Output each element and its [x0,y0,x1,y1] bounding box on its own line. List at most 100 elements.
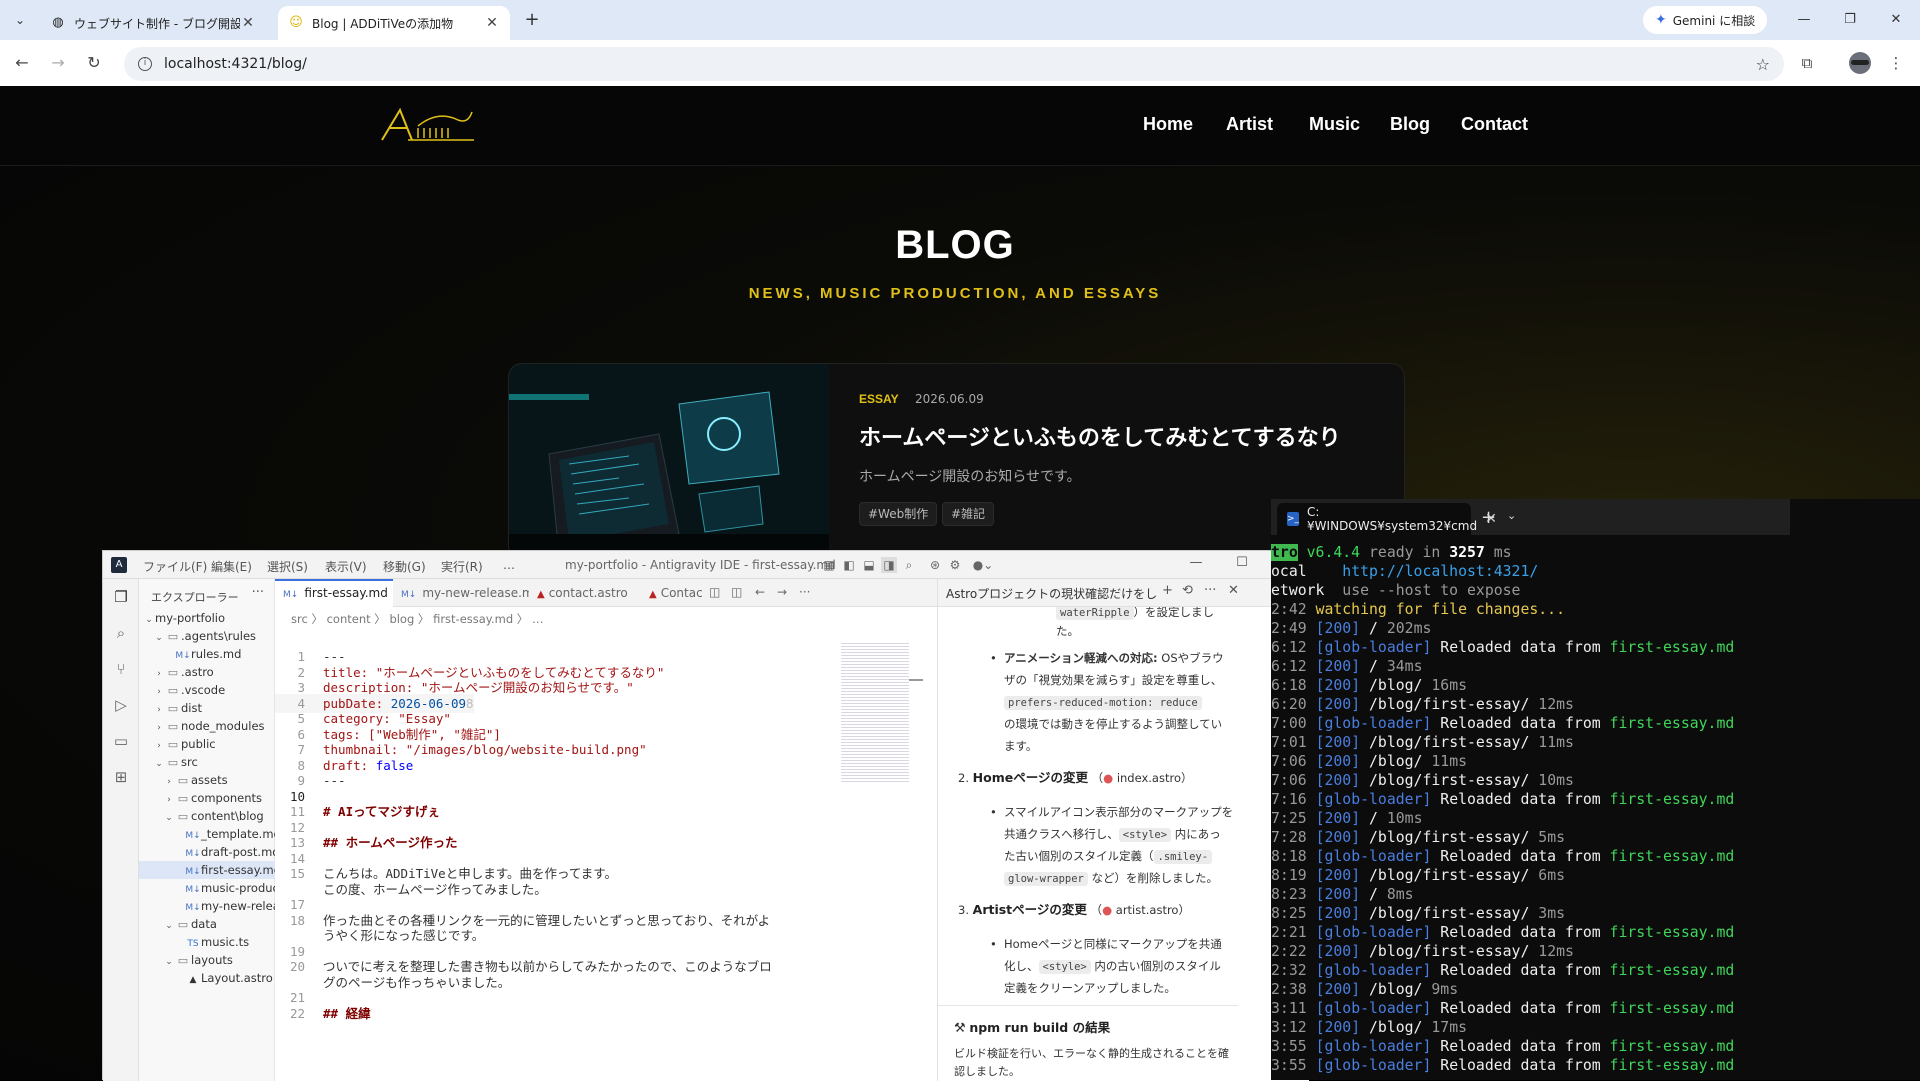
open-preview-icon[interactable]: ◫ [709,585,720,599]
more-actions-icon[interactable]: ··· [252,585,264,600]
tree-folder[interactable]: › ▭ components [139,789,275,807]
tree-folder[interactable]: ⌄ ▭ data [139,915,275,933]
tree-folder[interactable]: ⌄ my-portfolio [139,609,275,627]
scrollbar[interactable] [909,679,923,681]
file-link[interactable]: ● index.astro [1103,771,1181,785]
tab-search-chevron-icon[interactable]: ⌄ [8,8,32,32]
tree-file[interactable]: M↓_template.md [139,825,275,843]
site-logo[interactable] [378,104,478,146]
post-tag[interactable]: #Web制作 [859,502,938,526]
tree-file[interactable]: TS music.ts [139,933,275,951]
search-icon[interactable]: ⌕ [901,557,917,573]
tree-folder[interactable]: ⌄ ▭ .agents\rules [139,627,275,645]
tree-folder[interactable]: › ▭ assets [139,771,275,789]
layout-icon[interactable]: ▦ [821,557,837,573]
address-bar[interactable]: i localhost:4321/blog/ ☆ [124,47,1784,81]
menu-file[interactable]: ファイル(F) [143,558,207,575]
tree-file[interactable]: M↓music-producti... [139,879,275,897]
back-arrow-icon[interactable]: ← [10,51,34,75]
run-debug-icon[interactable]: ▷ [111,695,131,715]
minimap[interactable] [841,643,909,783]
extensions-puzzle-icon[interactable]: ⧉ [1795,51,1819,75]
site-info-icon[interactable]: i [138,57,152,71]
menu-view[interactable]: 表示(V) [325,558,367,575]
more-menu-icon[interactable]: ⋮ [1884,51,1908,75]
terminal-output[interactable]: tro v6.4.4 ready in 3257 ms ocal http://l… [1271,543,1920,1080]
toggle-panel-icon[interactable]: ⬓ [861,557,877,573]
history-icon[interactable]: ⟲ [1182,583,1193,598]
more-actions-icon[interactable]: ··· [799,585,810,599]
nav-home[interactable]: Home [1143,114,1193,135]
ide-minimize-icon[interactable]: — [1185,555,1207,570]
source-control-icon[interactable]: ⑂ [111,659,131,679]
editor-tab-first-essay[interactable]: M↓first-essay.md ✕ [275,579,393,607]
more-actions-icon[interactable]: ··· [1204,583,1216,598]
terminal-dropdown-chevron-icon[interactable]: ⌄ [1507,509,1516,522]
new-terminal-plus-icon[interactable]: + [1481,507,1496,528]
minimize-icon[interactable]: — [1790,8,1818,32]
post-date: 2026.06.09 [915,392,984,406]
timestamp: 2:49 [1271,620,1307,637]
tree-folder[interactable]: ⌄ ▭ layouts [139,951,275,969]
editor-tab-contact[interactable]: ▲ Contac [641,579,703,607]
explorer-files-icon[interactable]: ❐ [111,587,131,607]
tree-file[interactable]: M↓first-essay.md [139,861,275,879]
browser-tab-2[interactable]: ☺ Blog | ADDiTiVeの添加物 ✕ [278,6,510,40]
account-icon[interactable]: ●⌄ [969,557,997,573]
editor-tab-my-new-release[interactable]: M↓ my-new-release.md [393,579,529,607]
restore-icon[interactable]: ❐ [1836,8,1864,32]
new-tab-plus-icon[interactable]: + [520,9,544,33]
gemini-button[interactable]: ✦ Gemini に相談 [1643,6,1768,34]
tree-folder[interactable]: › ▭ .astro [139,663,275,681]
editor-tab-contact-astro[interactable]: ▲ contact.astro [529,579,641,607]
search-icon[interactable]: ⌕ [111,623,131,643]
tree-file[interactable]: M↓draft-post.md [139,843,275,861]
menu-run[interactable]: 実行(R) [441,558,483,575]
menu-edit[interactable]: 編集(E) [211,558,252,575]
menu-selection[interactable]: 選択(S) [267,558,308,575]
toggle-secondary-sidebar-icon[interactable]: ◨ [881,557,897,573]
reload-icon[interactable]: ↻ [82,51,106,75]
profile-avatar[interactable] [1849,52,1871,74]
close-tab-icon[interactable]: ✕ [484,15,500,31]
nav-forward-arrow-icon[interactable]: → [777,585,787,599]
chat-message: waterRipple ）を設定しまし た。 • アニメーション軽減への対応: O… [938,607,1309,1081]
agent-icon[interactable]: ⊛ [927,557,943,573]
tree-file[interactable]: M↓my-new-releas... [139,897,275,915]
file-link[interactable]: ● artist.astro [1102,903,1178,917]
extensions-icon[interactable]: ⊞ [111,767,131,787]
menu-go[interactable]: 移動(G) [383,558,426,575]
tree-file[interactable]: ▲ Layout.astro [139,969,275,987]
bookmark-star-icon[interactable]: ☆ [1756,55,1770,74]
terminal-tab[interactable]: >_ C:¥WINDOWS¥system32¥cmd ✕ [1277,503,1497,535]
browser-tab-1[interactable]: ◍ ウェブサイト制作 - ブログ開設記事 ✕ [40,6,266,40]
ide-maximize-icon[interactable]: ☐ [1231,555,1253,570]
post-tag[interactable]: #雑記 [942,502,995,526]
close-tab-icon[interactable]: ✕ [240,15,256,31]
tree-folder[interactable]: › ▭ node_modules [139,717,275,735]
tree-folder[interactable]: › ▭ dist [139,699,275,717]
nav-back-arrow-icon[interactable]: ← [755,585,765,599]
tree-file[interactable]: M↓rules.md [139,645,275,663]
close-window-icon[interactable]: ✕ [1882,8,1910,32]
post-title[interactable]: ホームページといふものをしてみむとてするなり [859,420,1341,452]
forward-arrow-icon[interactable]: → [46,51,70,75]
tree-folder[interactable]: ⌄ ▭ src [139,753,275,771]
tree-folder[interactable]: › ▭ .vscode [139,681,275,699]
nav-blog[interactable]: Blog [1390,114,1430,135]
nav-music[interactable]: Music [1309,114,1360,135]
terminal-line: 2:22 [200] /blog/first-essay/ 12ms [1271,942,1920,961]
post-thumbnail [509,364,829,558]
split-editor-icon[interactable]: ◫ [731,585,742,599]
new-chat-plus-icon[interactable]: + [1162,583,1173,598]
close-panel-icon[interactable]: ✕ [1228,583,1239,598]
remote-explorer-icon[interactable]: ▭ [111,731,131,751]
tree-folder[interactable]: ⌄ ▭ content\blog [139,807,275,825]
nav-artist[interactable]: Artist [1226,114,1273,135]
toggle-sidebar-icon[interactable]: ◧ [841,557,857,573]
settings-gear-icon[interactable]: ⚙ [947,557,963,573]
menu-more[interactable]: … [503,558,515,572]
tree-folder[interactable]: › ▭ public [139,735,275,753]
nav-contact[interactable]: Contact [1461,114,1528,135]
breadcrumb[interactable]: src 〉 content 〉 blog 〉 first-essay.md 〉 … [291,611,543,627]
